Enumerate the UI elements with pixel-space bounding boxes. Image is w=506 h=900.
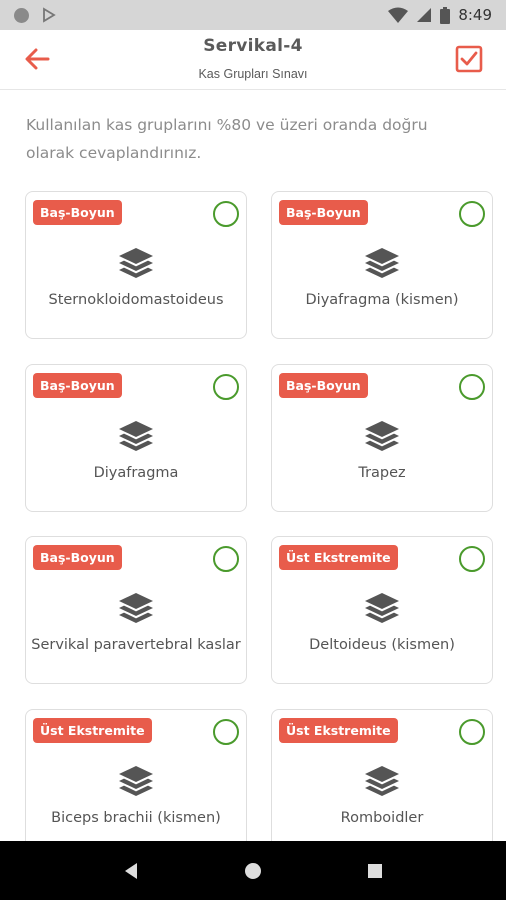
muscle-group-tag: Baş-Boyun	[33, 200, 122, 225]
layers-icon	[119, 421, 153, 451]
select-radio[interactable]	[459, 374, 485, 400]
page-subtitle: Kas Grupları Sınavı	[198, 67, 308, 81]
select-radio[interactable]	[459, 201, 485, 227]
layers-icon	[119, 766, 153, 796]
muscle-name: Diyafragma (kismen)	[305, 292, 459, 308]
muscle-card[interactable]: Üst Ekstremite Romboidler	[271, 709, 493, 841]
layers-icon	[365, 766, 399, 796]
muscle-group-tag: Baş-Boyun	[33, 545, 122, 570]
select-radio[interactable]	[213, 374, 239, 400]
layers-icon	[365, 593, 399, 623]
select-radio[interactable]	[459, 719, 485, 745]
muscle-name: Biceps brachii (kismen)	[51, 810, 221, 826]
notification-dot-icon	[14, 7, 29, 23]
nav-home-button[interactable]	[233, 851, 273, 891]
muscle-name: Deltoideus (kismen)	[309, 637, 455, 653]
muscle-group-tag: Üst Ekstremite	[33, 718, 152, 743]
muscle-card[interactable]: Üst Ekstremite Biceps brachii (kismen)	[25, 709, 247, 841]
muscle-card[interactable]: Baş-Boyun Trapez	[271, 364, 493, 512]
square-recents-icon	[368, 863, 382, 878]
muscle-card[interactable]: Baş-Boyun Diyafragma	[25, 364, 247, 512]
nav-recents-button[interactable]	[355, 851, 395, 891]
status-time: 8:49	[458, 6, 492, 24]
select-radio[interactable]	[213, 201, 239, 227]
muscle-group-tag: Baş-Boyun	[279, 200, 368, 225]
triangle-back-icon	[125, 862, 137, 879]
status-bar: 8:49	[0, 0, 506, 30]
muscle-name: Sternokloidomastoideus	[48, 292, 224, 308]
select-radio[interactable]	[213, 546, 239, 572]
muscle-card[interactable]: Baş-Boyun Sternokloidomastoideus	[25, 191, 247, 339]
muscle-group-tag: Baş-Boyun	[33, 373, 122, 398]
muscle-name: Diyafragma	[93, 465, 179, 481]
navigation-bar	[0, 841, 506, 900]
select-radio[interactable]	[459, 546, 485, 572]
muscle-card[interactable]: Üst Ekstremite Deltoideus (kismen)	[271, 536, 493, 684]
muscle-name: Servikal paravertebral kaslar	[31, 637, 241, 653]
muscle-card[interactable]: Baş-Boyun Servikal paravertebral kaslar	[25, 536, 247, 684]
status-right: 8:49	[388, 6, 492, 24]
signal-icon	[417, 8, 432, 22]
nav-back-button[interactable]	[111, 851, 151, 891]
muscle-group-tag: Üst Ekstremite	[279, 718, 398, 743]
muscle-card[interactable]: Baş-Boyun Diyafragma (kismen)	[271, 191, 493, 339]
circle-home-icon	[245, 862, 261, 879]
app-bar: Servikal-4 Kas Grupları Sınavı	[0, 30, 506, 90]
layers-icon	[119, 248, 153, 278]
muscle-group-tag: Baş-Boyun	[279, 373, 368, 398]
layers-icon	[365, 248, 399, 278]
page-title: Servikal-4	[203, 36, 303, 56]
layers-icon	[365, 421, 399, 451]
submit-check-button[interactable]	[452, 42, 486, 76]
wifi-icon	[388, 7, 409, 23]
select-radio[interactable]	[213, 719, 239, 745]
checkbox-check-icon	[455, 45, 483, 73]
muscle-name: Trapez	[358, 465, 406, 481]
battery-icon	[440, 6, 451, 24]
status-left	[14, 7, 57, 23]
muscle-group-tag: Üst Ekstremite	[279, 545, 398, 570]
play-store-icon	[43, 7, 56, 23]
layers-icon	[119, 593, 153, 623]
muscle-name: Romboidler	[340, 810, 424, 826]
instructions-text: Kullanılan kas gruplarını %80 ve üzeri o…	[26, 116, 428, 162]
content: Kullanılan kas gruplarını %80 ve üzeri o…	[0, 91, 506, 841]
